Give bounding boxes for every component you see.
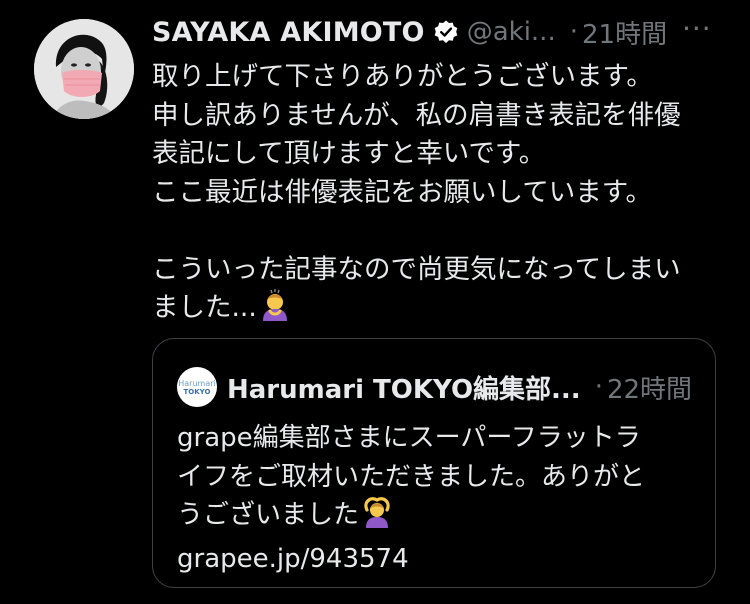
quoted-tweet[interactable]: Harumari TOKYO Harumari TOKYO編集部... · 22…	[152, 338, 716, 588]
quote-avatar-text-1: Harumari	[178, 378, 216, 388]
person-bowing-emoji-icon	[259, 289, 291, 333]
tweet-line-text: ました...	[152, 292, 257, 323]
tweet-card[interactable]: SAYAKA AKIMOTO @aki... · 21時間 ··· 取り上げて下…	[0, 0, 750, 604]
quote-link[interactable]: grapee.jp/943574	[177, 540, 697, 579]
quote-text: grape編集部さまにスーパーフラットラ イフをご取材いただきました。ありがと …	[177, 419, 697, 578]
quote-timestamp[interactable]: 22時間	[607, 369, 692, 406]
quote-avatar-text-2: TOKYO	[183, 387, 211, 396]
profile-photo	[34, 19, 134, 119]
separator-dot: ·	[569, 17, 578, 47]
display-name[interactable]: SAYAKA AKIMOTO	[152, 17, 425, 48]
tweet-line-last: ました...	[152, 289, 732, 333]
quote-line: grape編集部さまにスーパーフラットラ	[177, 423, 641, 453]
tweet-header: SAYAKA AKIMOTO @aki... · 21時間	[152, 14, 732, 50]
avatar[interactable]	[34, 19, 134, 119]
more-options-icon[interactable]: ···	[682, 14, 712, 50]
quote-header: Harumari TOKYO Harumari TOKYO編集部... · 22…	[177, 367, 692, 407]
tweet-line: 取り上げて下さりありがとうございます。	[152, 61, 653, 92]
quote-line: イフをご取材いただきました。ありがと	[177, 461, 646, 492]
quote-line-with-emoji: うございました	[177, 496, 697, 540]
person-gesturing-ok-emoji-icon	[361, 496, 393, 540]
quote-line-text: うございました	[177, 500, 360, 530]
verified-badge-icon	[433, 19, 459, 45]
tweet-line: 表記にして頂けますと幸いです。	[152, 138, 546, 169]
tweet-main: SAYAKA AKIMOTO @aki... · 21時間 ··· 取り上げて下…	[152, 14, 732, 333]
tweet-line: 申し訳ありませんが、私の肩書き表記を俳優	[152, 99, 681, 131]
quote-separator-dot: ·	[594, 372, 603, 402]
quote-avatar[interactable]: Harumari TOKYO	[177, 367, 217, 407]
quote-display-name[interactable]: Harumari TOKYO編集部...	[227, 369, 581, 406]
timestamp[interactable]: 21時間	[582, 14, 667, 51]
user-handle[interactable]: @aki...	[467, 17, 556, 47]
tweet-line: こういった記事なので尚更気になってしまい	[152, 253, 681, 285]
tweet-text: 取り上げて下さりありがとうございます。 申し訳ありませんが、私の肩書き表記を俳優…	[152, 58, 732, 333]
tweet-line: ここ最近は俳優表記をお願いしています。	[152, 176, 653, 208]
